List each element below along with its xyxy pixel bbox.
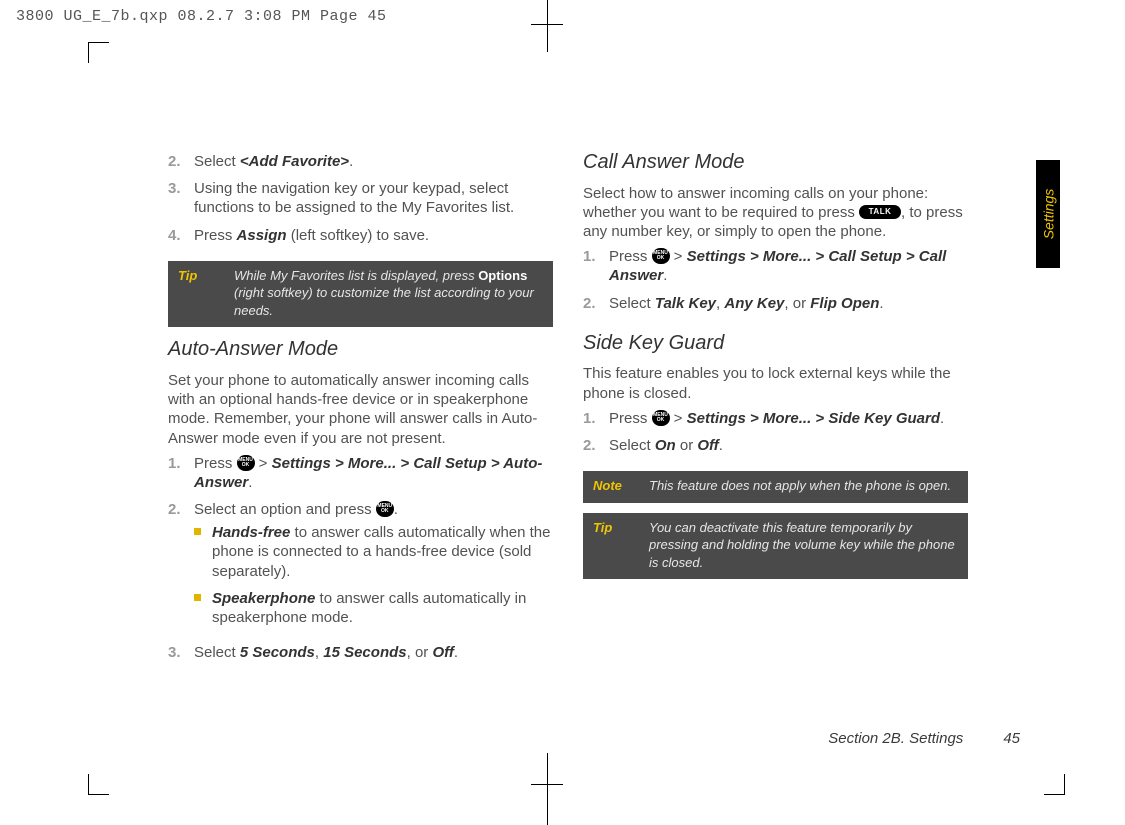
note-callout: Note This feature does not apply when th… bbox=[583, 471, 968, 503]
bullet-item: Speakerphone to answer calls automatical… bbox=[194, 589, 553, 635]
menu-ok-icon: MENUOK bbox=[652, 410, 670, 426]
section-tab-label: Settings bbox=[1040, 189, 1056, 240]
column-left: Select <Add Favorite>. Using the navigat… bbox=[168, 150, 553, 674]
callout-text: While My Favorites list is displayed, pr… bbox=[234, 267, 543, 320]
body-text: Set your phone to automatically answer i… bbox=[168, 371, 553, 448]
crop-mark bbox=[88, 42, 109, 63]
menu-ok-icon: MENUOK bbox=[237, 455, 255, 471]
page-footer: Section 2B. Settings 45 bbox=[575, 730, 1020, 747]
column-right: Call Answer Mode Select how to answer in… bbox=[583, 150, 968, 674]
tip-callout: Tip You can deactivate this feature temp… bbox=[583, 513, 968, 580]
step-item: Select 5 Seconds, 15 Seconds, or Off. bbox=[168, 643, 553, 670]
page-content: Select <Add Favorite>. Using the navigat… bbox=[168, 150, 968, 674]
callout-label: Tip bbox=[178, 267, 234, 285]
step-list: Select <Add Favorite>. Using the navigat… bbox=[168, 152, 553, 253]
slugline: 3800 UG_E_7b.qxp 08.2.7 3:08 PM Page 45 bbox=[16, 8, 387, 25]
step-item: Press MENUOK > Settings > More... > Side… bbox=[583, 409, 968, 436]
footer-section: Section 2B. Settings bbox=[828, 730, 963, 747]
callout-label: Tip bbox=[593, 519, 649, 537]
tip-callout: Tip While My Favorites list is displayed… bbox=[168, 261, 553, 328]
body-text: This feature enables you to lock externa… bbox=[583, 364, 968, 402]
step-list: Press MENUOK > Settings > More... > Call… bbox=[168, 454, 553, 671]
menu-ok-icon: MENUOK bbox=[376, 501, 394, 517]
body-text: Select how to answer incoming calls on y… bbox=[583, 184, 968, 242]
heading-side-key-guard: Side Key Guard bbox=[583, 331, 968, 357]
step-item: Press MENUOK > Settings > More... > Call… bbox=[168, 454, 553, 500]
section-tab: Settings bbox=[1036, 160, 1060, 268]
callout-text: You can deactivate this feature temporar… bbox=[649, 519, 958, 572]
callout-label: Note bbox=[593, 477, 649, 495]
heading-call-answer: Call Answer Mode bbox=[583, 150, 968, 176]
bullet-list: Hands-free to answer calls automatically… bbox=[194, 523, 553, 635]
heading-auto-answer: Auto-Answer Mode bbox=[168, 337, 553, 363]
crop-mark bbox=[88, 774, 109, 795]
step-list: Press MENUOK > Settings > More... > Side… bbox=[583, 409, 968, 463]
step-item: Select On or Off. bbox=[583, 436, 968, 463]
step-list: Press MENUOK > Settings > More... > Call… bbox=[583, 247, 968, 321]
step-item: Select <Add Favorite>. bbox=[168, 152, 553, 179]
step-item: Using the navigation key or your keypad,… bbox=[168, 179, 553, 225]
step-item: Press Assign (left softkey) to save. bbox=[168, 226, 553, 253]
talk-icon: TALK bbox=[859, 205, 901, 219]
crop-mark bbox=[1044, 774, 1065, 795]
step-item: Press MENUOK > Settings > More... > Call… bbox=[583, 247, 968, 293]
footer-page-number: 45 bbox=[1003, 730, 1020, 747]
menu-ok-icon: MENUOK bbox=[652, 248, 670, 264]
step-item: Select Talk Key, Any Key, or Flip Open. bbox=[583, 294, 968, 321]
bullet-item: Hands-free to answer calls automatically… bbox=[194, 523, 553, 589]
callout-text: This feature does not apply when the pho… bbox=[649, 477, 958, 495]
step-item: Select an option and press MENUOK. Hands… bbox=[168, 500, 553, 643]
